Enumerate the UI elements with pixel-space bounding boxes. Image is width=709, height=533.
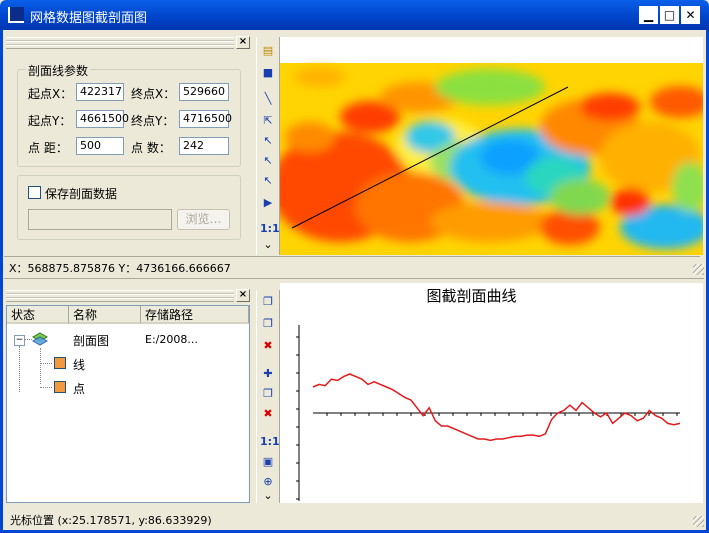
close-icon: × (238, 289, 248, 300)
collapse-icon[interactable]: − (14, 335, 25, 346)
more-tools-icon[interactable]: ⌄ (260, 237, 276, 253)
maximize-icon: □ (663, 8, 676, 22)
save-path-field[interactable] (28, 209, 172, 230)
close-icon: × (238, 36, 248, 47)
resize-grip[interactable] (693, 264, 704, 275)
chart-toolbar: ❐ ❐ ✖ ✚ ❐ ✖ 1:1 ▣ ⊕ ⌄ (256, 290, 280, 503)
spacing-label: 点 距： (28, 141, 68, 155)
layer-line-name[interactable]: 线 (73, 356, 85, 373)
layer-root-name[interactable]: 剖面图 (73, 332, 109, 349)
open-file-icon[interactable]: ▤ (260, 43, 276, 59)
layer-line-checkbox[interactable] (54, 357, 66, 369)
layer-point-checkbox[interactable] (54, 381, 66, 393)
start-x-label: 起点X： (28, 87, 73, 101)
app-icon (8, 7, 24, 23)
zoom-1to1-button[interactable]: 1:1 (260, 434, 280, 450)
layer-root-path: E:/2008... (145, 333, 198, 346)
grid-map (280, 63, 703, 255)
window-title: 网格数据图截剖面图 (30, 11, 148, 26)
copy-icon[interactable]: ❐ (260, 294, 276, 310)
end-x-label: 终点X： (131, 87, 176, 101)
delete-icon[interactable]: ✖ (260, 338, 276, 354)
save-icon[interactable]: ■ (260, 65, 276, 81)
params-panel-header[interactable] (6, 37, 234, 49)
params-panel-close[interactable]: × (236, 36, 250, 49)
remove-page-icon[interactable]: ✖ (260, 406, 276, 422)
multi-select-icon[interactable]: ↖ (260, 173, 276, 189)
profile-chart-panel[interactable]: 图截剖面曲线 (280, 283, 703, 503)
save-profile-checkbox[interactable] (28, 186, 41, 199)
start-y-label: 起点Y： (28, 114, 72, 128)
tree-connector (40, 348, 41, 384)
maximize-button[interactable]: □ (660, 6, 679, 24)
layers-panel-header[interactable] (6, 290, 234, 302)
divider (4, 256, 700, 257)
title-bar[interactable]: 网格数据图截剖面图 ▁ □ ✕ (0, 0, 709, 30)
end-y-label: 终点Y： (131, 114, 175, 128)
params-group-title: 剖面线参数 (26, 62, 91, 79)
tree-connector (19, 346, 20, 392)
map-coordinate-status: X：568875.875876 Y：4736166.666667 (9, 262, 231, 275)
layer-tree: 状态 名称 存储路径 − 剖面图 E:/2008... 线 点 (6, 305, 250, 503)
pointer-icon[interactable]: ↖ (260, 133, 276, 149)
save-profile-label: 保存剖面数据 (45, 187, 118, 201)
layers-stack-icon (31, 332, 49, 346)
pointer-dotted-icon[interactable]: ↖ (260, 153, 276, 169)
zoom-1to1-button[interactable]: 1:1 (260, 221, 280, 237)
minimize-button[interactable]: ▁ (639, 6, 658, 24)
spacing-field[interactable]: 500 (76, 137, 124, 155)
column-header-path[interactable]: 存储路径 (141, 306, 249, 324)
cursor-position-status: 光标位置 (x:25.178571, y:86.633929) (10, 514, 212, 527)
resize-grip[interactable] (693, 516, 704, 527)
draw-line-icon[interactable]: ╲ (260, 91, 276, 107)
select-line-icon[interactable]: ⇱ (260, 113, 276, 129)
minimize-icon: ▁ (643, 8, 654, 22)
paste-icon[interactable]: ❐ (260, 316, 276, 332)
layers-panel-close[interactable]: × (236, 289, 250, 302)
browse-button[interactable]: 浏览… (177, 209, 230, 230)
profile-curve (312, 373, 681, 442)
start-y-field[interactable]: 4661500 (76, 110, 129, 128)
column-header-status[interactable]: 状态 (7, 306, 69, 324)
add-page-icon[interactable]: ✚ (260, 366, 276, 382)
tree-connector (40, 387, 52, 388)
end-y-field[interactable]: 4716500 (179, 110, 232, 128)
layer-point-name[interactable]: 点 (73, 380, 85, 397)
end-x-field[interactable]: 529660 (179, 83, 229, 101)
count-field[interactable]: 242 (179, 137, 229, 155)
profile-chart (296, 325, 681, 501)
divider (4, 278, 704, 279)
map-view[interactable] (280, 37, 703, 255)
play-icon[interactable]: ▶ (260, 195, 276, 211)
count-label: 点 数： (131, 141, 171, 155)
start-x-field[interactable]: 422317 (76, 83, 124, 101)
column-header-name[interactable]: 名称 (69, 306, 141, 324)
copy-page-icon[interactable]: ❐ (260, 386, 276, 402)
tree-connector (40, 363, 52, 364)
tree-connector (24, 339, 32, 340)
map-toolbar: ▤ ■ ╲ ⇱ ↖ ↖ ↖ ▶ 1:1 ⌄ (256, 37, 280, 255)
more-tools-icon[interactable]: ⌄ (260, 488, 276, 504)
close-icon: ✕ (685, 8, 696, 22)
fit-view-icon[interactable]: ▣ (260, 454, 276, 470)
close-button[interactable]: ✕ (681, 6, 700, 24)
